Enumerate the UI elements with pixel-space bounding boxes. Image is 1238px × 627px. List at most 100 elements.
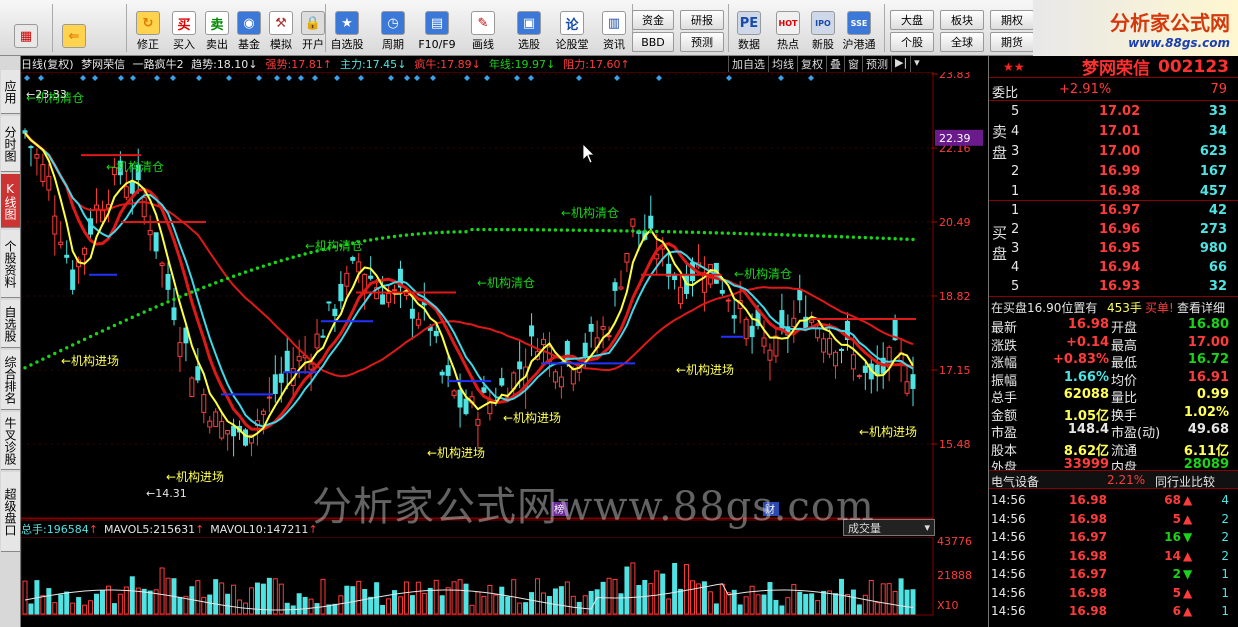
candle-body <box>28 146 34 149</box>
ask-row[interactable]: 4 17.01 34 <box>989 122 1238 142</box>
industry-compare-link[interactable]: 同行业比较 <box>1155 473 1215 490</box>
toolbar-small-button[interactable]: 全球 <box>940 32 984 52</box>
volume-bar <box>874 602 880 615</box>
volume-bar <box>791 584 797 615</box>
chart-tool-button[interactable]: 复权 <box>797 56 826 72</box>
indicator-label: 强势: <box>265 58 292 71</box>
sector-row: 电气设备 2.21% 同行业比较 <box>989 470 1238 489</box>
ask-row[interactable]: 2 16.99 167 <box>989 162 1238 182</box>
chart-tool-button[interactable]: 叠 <box>826 56 844 72</box>
toolbar-back-arrow-button[interactable]: ⇐ <box>58 2 90 54</box>
left-tab-7[interactable]: 超级盘口 <box>1 472 20 552</box>
toolbar-17-button[interactable]: IPO 新股 <box>806 2 840 54</box>
chart-tool-button[interactable]: ▶| <box>891 56 910 72</box>
chart-tool-button[interactable]: 窗 <box>844 56 862 72</box>
chart-indicator-name[interactable]: 一路疯牛2 <box>133 58 184 71</box>
signal-diamond-icon <box>430 75 436 81</box>
chart-tool-button[interactable]: 均线 <box>768 56 797 72</box>
volume-bar <box>719 583 725 615</box>
volume-bar <box>713 603 719 615</box>
left-tab-0[interactable]: 应用 <box>1 70 20 114</box>
candle-body <box>761 337 767 347</box>
volume-bar <box>618 593 624 615</box>
bid-row[interactable]: 3 16.95 980 <box>989 239 1238 259</box>
left-tab-2[interactable]: K线图 <box>1 174 20 228</box>
candle-body <box>588 323 594 332</box>
toolbar-13-button[interactable]: 论论股堂 <box>555 2 589 54</box>
toolbar-small-button[interactable]: 研报 <box>680 10 724 30</box>
volume-bar <box>421 592 427 615</box>
ask-row[interactable]: 1 16.98 457 <box>989 182 1238 202</box>
toolbar-5-button[interactable]: ◉ 基金 <box>232 2 266 54</box>
toolbar-small-button[interactable]: 个股 <box>890 32 934 52</box>
bid-row[interactable]: 2 16.96 273 <box>989 220 1238 240</box>
left-tab-1[interactable]: 分时图 <box>1 116 20 172</box>
toolbar-2-button[interactable]: ↻ 修正 <box>131 2 165 54</box>
toolbar-3-button[interactable]: 买买入 <box>167 2 201 54</box>
candle-body <box>719 290 725 294</box>
chart-period[interactable]: 日线(复权) <box>21 58 74 71</box>
toolbar-button-label: 沪港通 <box>842 38 876 51</box>
toolbar-18-button[interactable]: SSE 沪港通 <box>842 2 876 54</box>
ask-row[interactable]: 3 17.00 623 <box>989 142 1238 162</box>
toolbar-small-button[interactable]: 资金 <box>632 10 674 30</box>
volume-chart[interactable]: 43776 21888 X10 <box>21 537 988 625</box>
left-tab-3[interactable]: 个股资料 <box>1 230 20 298</box>
indicator-label: 趋势: <box>191 58 217 71</box>
toolbar-8-button[interactable]: ★ 自选股 <box>330 2 364 54</box>
indicator-value-0: 趋势:18.10↓ <box>191 58 261 71</box>
left-tab-6[interactable]: 牛叉诊股 <box>1 412 20 470</box>
toolbar-small-button[interactable]: BBD <box>632 32 674 52</box>
price-axis-label: 20.49 <box>939 216 971 229</box>
bid-row[interactable]: 1 16.97 42 <box>989 201 1238 221</box>
chart-tool-button[interactable]: 加自选 <box>728 56 768 72</box>
toolbar-6-button[interactable]: ⚒ 模拟 <box>264 2 298 54</box>
candle-body <box>159 262 165 267</box>
candle-body <box>296 355 302 362</box>
left-tab-5[interactable]: 综合排名 <box>1 350 20 410</box>
toolbar-14-button[interactable]: ▥ 资讯 <box>597 2 631 54</box>
volume-bar <box>809 593 815 615</box>
bid-row[interactable]: 5 16.93 32 <box>989 277 1238 297</box>
chart-tool-button[interactable]: 预测 <box>862 56 891 72</box>
toolbar-16-button[interactable]: HOT 热点 <box>771 2 805 54</box>
indicator-number: 17.60 <box>589 58 621 71</box>
toolbar-small-button[interactable]: 板块 <box>940 10 984 30</box>
toolbar-9-button[interactable]: ◷ 周期 <box>376 2 410 54</box>
toolbar-grid-button[interactable]: ▦ <box>4 2 48 54</box>
toolbar-small-button[interactable]: 大盘 <box>890 10 934 30</box>
volume-bar <box>141 588 147 615</box>
chart-tool-button[interactable]: ▾ <box>910 56 923 72</box>
toolbar-small-button[interactable]: 期货 <box>990 32 1034 52</box>
volume-bar <box>493 594 499 615</box>
view-detail-link[interactable]: 查看详细 <box>1177 299 1225 316</box>
toolbar-11-button[interactable]: ✎ 画线 <box>466 2 500 54</box>
signal-diamond-icon <box>414 75 420 81</box>
toolbar-small-button[interactable]: 预测 <box>680 32 724 52</box>
quote-value: 1.66% <box>1063 369 1109 385</box>
ask-row[interactable]: 5 17.02 33 <box>989 102 1238 122</box>
toolbar-10-button[interactable]: ▤ F10/F9 <box>418 2 456 54</box>
toolbar-12-button[interactable]: ▣ 选股 <box>512 2 546 54</box>
toolbar-small-button[interactable]: 期权 <box>990 10 1034 30</box>
toolbar-4-button[interactable]: 卖卖出 <box>200 2 234 54</box>
ask-volume: 623 <box>1199 144 1227 159</box>
candle-body <box>332 308 338 317</box>
candle-body <box>767 349 773 361</box>
sector-name[interactable]: 电气设备 <box>991 473 1039 490</box>
left-tab-4[interactable]: 自选股 <box>1 300 20 348</box>
enter-position-label: ←机构进场 <box>166 469 224 484</box>
signal-diamond-icon <box>808 75 814 81</box>
volume-bar <box>231 584 237 615</box>
volume-axis-label: 43776 <box>937 537 972 548</box>
indicator-label: 疯牛: <box>414 58 441 71</box>
bid-level: 4 <box>1011 260 1020 275</box>
bid-row[interactable]: 4 16.94 66 <box>989 258 1238 278</box>
volume-axis-label: 21888 <box>937 569 972 582</box>
favorite-stars-icon[interactable]: ★★ <box>1003 60 1025 74</box>
toolbar-15-button[interactable]: PE 数据 <box>732 2 766 54</box>
signal-diamond-icon <box>118 75 124 81</box>
volume-bar <box>28 603 34 615</box>
bid-volume: 273 <box>1199 222 1227 237</box>
kline-chart[interactable]: 23.8322.1620.4918.8217.1515.4822.39←机构清仓… <box>21 72 988 521</box>
